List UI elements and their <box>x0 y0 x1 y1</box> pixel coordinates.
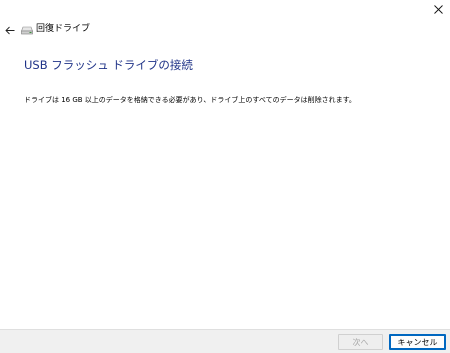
back-button[interactable] <box>2 22 18 38</box>
description-text: ドライブは 16 GB 以上のデータを格納できる必要があり、ドライブ上のすべての… <box>24 96 356 104</box>
page-heading: USB フラッシュ ドライブの接続 <box>24 58 193 72</box>
close-button[interactable] <box>426 0 450 18</box>
window-title: 回復ドライブ <box>36 24 91 34</box>
drive-icon <box>21 26 33 35</box>
footer-bar: 次へ キャンセル <box>0 329 450 353</box>
close-icon <box>433 4 443 14</box>
back-arrow-icon <box>5 26 15 34</box>
cancel-button[interactable]: キャンセル <box>389 334 446 350</box>
next-button[interactable]: 次へ <box>338 334 383 350</box>
